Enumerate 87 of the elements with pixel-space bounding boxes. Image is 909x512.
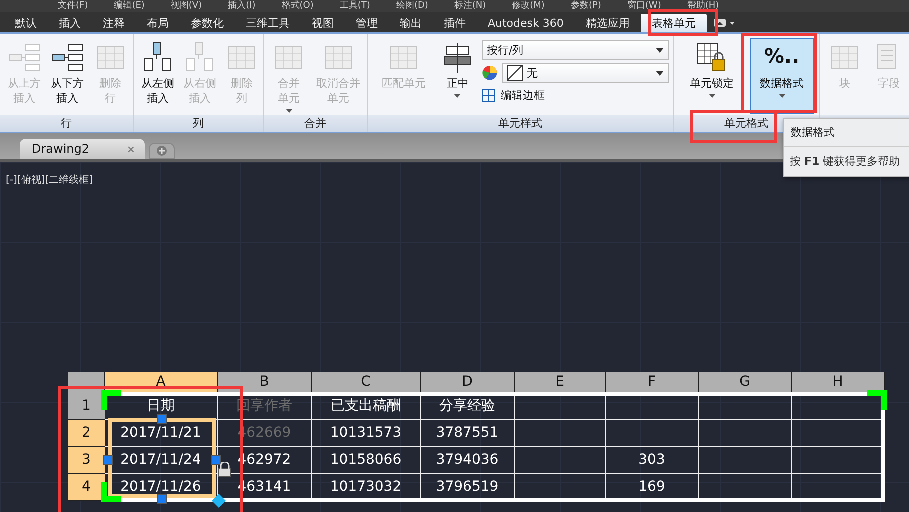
ribbon-tab[interactable]: 表格单元 xyxy=(640,14,707,32)
dropdown-value: 按行/列 xyxy=(486,42,524,58)
ribbon-button[interactable]: 从下方插入 xyxy=(49,38,86,114)
menu-item[interactable]: 插入(I) xyxy=(228,0,256,12)
table-cell: 10158066 xyxy=(312,447,421,474)
ribbon-tab[interactable]: 默认 xyxy=(4,14,48,32)
table-cell: 分享经验 xyxy=(421,392,515,420)
column-header[interactable]: H xyxy=(792,372,885,392)
dropdown-value: 无 xyxy=(526,66,538,80)
ribbon-tab[interactable]: 输出 xyxy=(389,14,433,32)
viewport-label[interactable]: [-][俯视][二维线框] xyxy=(6,175,94,186)
ribbon-button[interactable]: 从左侧插入 xyxy=(140,38,176,114)
column-header[interactable]: G xyxy=(699,372,792,392)
grid-icon xyxy=(482,88,496,102)
row-header[interactable]: 4 xyxy=(68,474,105,501)
lock-icon xyxy=(218,462,232,478)
ribbon-tab[interactable]: 插入 xyxy=(48,14,92,32)
ribbon-tab[interactable]: 三维工具 xyxy=(235,14,301,32)
color-wheel-icon xyxy=(482,65,498,81)
dropdown[interactable]: 无 xyxy=(502,63,669,83)
grip-handle[interactable] xyxy=(157,414,167,424)
menu-item[interactable]: 帮助(H) xyxy=(687,0,720,12)
ribbon-tab[interactable]: 管理 xyxy=(345,14,389,32)
menu-item[interactable]: 窗口(W) xyxy=(627,0,662,12)
ribbon-tab[interactable]: 视图 xyxy=(301,14,345,32)
table-cell: 3787551 xyxy=(421,420,515,447)
corner-grip-icon[interactable] xyxy=(867,390,887,410)
diamond-grip-icon[interactable] xyxy=(212,494,226,508)
table-cell: 169 xyxy=(606,474,699,501)
panel-title: 行 xyxy=(0,115,133,132)
menu-item[interactable]: 修改(M) xyxy=(512,0,545,12)
tooltip-hint: 按 F1 键获得更多帮助 xyxy=(789,154,902,170)
dropdown[interactable]: 按行/列 xyxy=(482,40,669,60)
ribbon-button[interactable]: 单元锁定 xyxy=(680,38,744,114)
ribbon-tab[interactable]: 插件 xyxy=(433,14,477,32)
document-tab[interactable]: Drawing2 × xyxy=(20,139,145,159)
ribbon-tab[interactable]: Autodesk 360 xyxy=(477,14,575,32)
ribbon-tab[interactable]: 注释 xyxy=(92,14,136,32)
caret-icon xyxy=(714,19,736,27)
grip-handle[interactable] xyxy=(157,494,167,504)
highlight-frame xyxy=(648,9,718,36)
ribbon-tab[interactable]: 精选应用 xyxy=(574,14,641,32)
ribbon-button[interactable]: %.. 数据格式 xyxy=(750,38,814,114)
grip-handle[interactable] xyxy=(211,455,221,465)
caret-icon xyxy=(656,48,664,52)
ribbon-tab[interactable]: 参数化 xyxy=(180,14,235,32)
table-cell: 303 xyxy=(606,447,699,474)
caret-icon xyxy=(454,94,462,98)
table-cell: 10131573 xyxy=(312,420,421,447)
column-header[interactable]: E xyxy=(515,372,606,392)
grip-handle[interactable] xyxy=(103,455,113,465)
table-cell: 3794036 xyxy=(421,447,515,474)
caret-icon xyxy=(656,70,664,76)
column-header[interactable]: F xyxy=(606,372,699,392)
caret-icon xyxy=(778,94,786,98)
row-header[interactable]: 3 xyxy=(68,447,105,474)
caret-icon xyxy=(708,94,716,98)
menu-item[interactable]: 标注(N) xyxy=(454,0,486,12)
edit-borders-button[interactable]: 编辑边框 xyxy=(482,86,669,105)
menu-item[interactable]: 参数(P) xyxy=(570,0,602,12)
table-cell: 3796519 xyxy=(421,474,515,501)
panel-title: 列 xyxy=(134,115,263,132)
panel-title: 单元样式 xyxy=(368,115,673,132)
no-color-swatch-icon xyxy=(506,65,523,81)
menu-item[interactable]: 格式(O) xyxy=(282,0,314,12)
menu-item[interactable]: 文件(F) xyxy=(58,0,88,12)
percent-glyph: %.. xyxy=(764,43,800,70)
menu-item[interactable]: 工具(T) xyxy=(340,0,370,12)
caret-icon xyxy=(286,109,292,113)
corner-grip-icon[interactable] xyxy=(101,482,121,502)
row-header[interactable]: 1 xyxy=(68,392,105,420)
column-header[interactable]: D xyxy=(421,372,515,392)
menu-item[interactable]: 编辑(E) xyxy=(114,0,145,12)
column-header[interactable]: B xyxy=(218,372,312,392)
table-cell: 10173032 xyxy=(312,474,421,501)
column-header[interactable]: C xyxy=(312,372,421,392)
document-tab-label: Drawing2 xyxy=(32,142,90,156)
ribbon-button[interactable]: 正中 xyxy=(440,38,476,114)
panel-title: 合并 xyxy=(264,115,367,132)
new-tab-button[interactable] xyxy=(149,143,175,159)
ribbon-tab[interactable]: 布局 xyxy=(136,14,180,32)
menu-item[interactable]: 绘图(D) xyxy=(396,0,428,12)
corner-grip-icon[interactable] xyxy=(101,390,121,410)
table-cell: 已支出稿酬 xyxy=(312,392,421,420)
plus-icon xyxy=(157,146,167,156)
menu-item[interactable]: 视图(V) xyxy=(170,0,202,12)
row-header[interactable]: 2 xyxy=(68,420,105,447)
